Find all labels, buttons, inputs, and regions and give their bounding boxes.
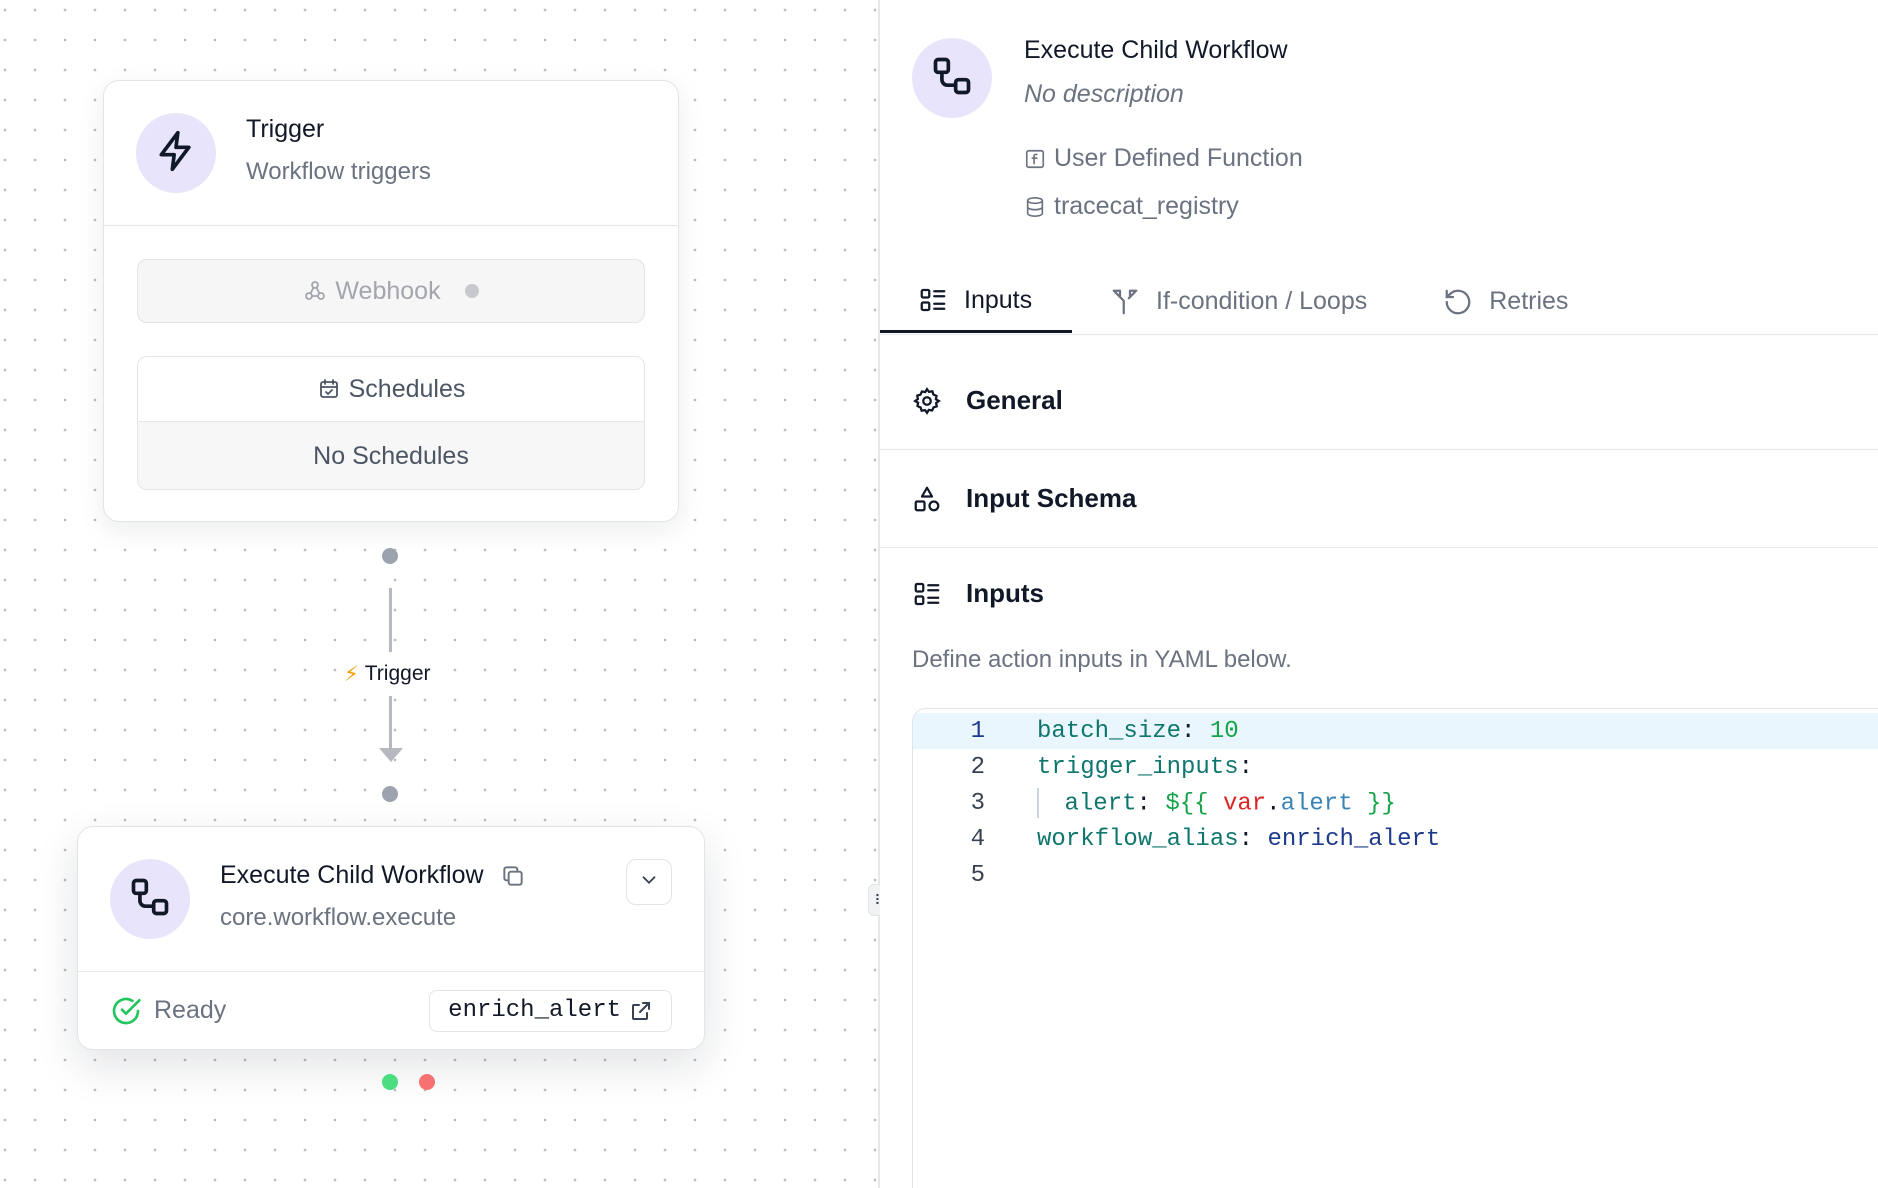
section-input-schema-label: Input Schema — [966, 483, 1137, 513]
schedules-button[interactable]: Schedules — [138, 357, 644, 422]
webhook-status-dot — [464, 284, 479, 298]
shapes-icon — [912, 484, 942, 514]
line-number: 3 — [970, 789, 985, 817]
status-indicator: Ready — [110, 995, 226, 1027]
workflow-alias-link[interactable]: enrich_alert — [429, 989, 672, 1032]
external-link-icon — [629, 999, 653, 1023]
line-number: 2 — [970, 753, 985, 781]
action-tabs: Inputs If-condition / Loops Retries — [880, 270, 1878, 335]
child-node-title: Execute Child Workflow — [220, 861, 484, 889]
edge-label[interactable]: ⚡ Trigger — [340, 658, 435, 690]
workflow-icon — [128, 875, 172, 924]
webhook-icon — [303, 279, 327, 303]
error-handle[interactable] — [419, 1074, 435, 1090]
line-number: 5 — [970, 861, 985, 889]
yaml-editor[interactable]: 1 batch_size: 10 2 trigger_inputs: 3 ale… — [912, 708, 1878, 1188]
schedules-empty-text: No Schedules — [138, 422, 644, 489]
child-node-subtitle: core.workflow.execute — [220, 904, 457, 931]
code-line[interactable]: 5 — [913, 857, 1878, 893]
list-icon — [918, 285, 948, 315]
edge-line-bottom — [389, 696, 392, 750]
tab-if-condition-loops[interactable]: If-condition / Loops — [1072, 270, 1405, 333]
child-target-handle[interactable] — [382, 786, 398, 802]
tab-inputs[interactable]: Inputs — [880, 270, 1072, 333]
webhook-label: Webhook — [335, 276, 441, 305]
trigger-source-handle[interactable] — [382, 548, 398, 564]
action-registry-label: tracecat_registry — [1054, 192, 1239, 220]
split-icon — [1110, 287, 1140, 317]
edge-arrowhead — [379, 748, 403, 762]
function-icon — [1024, 148, 1046, 170]
section-general-label: General — [966, 385, 1063, 415]
action-panel: Execute Child Workflow No description Us… — [880, 0, 1878, 1188]
action-title: Execute Child Workflow — [1024, 36, 1288, 64]
gear-icon — [912, 386, 942, 416]
calendar-icon — [317, 377, 341, 401]
section-inputs[interactable]: Inputs — [912, 578, 1044, 609]
workflow-canvas[interactable]: Trigger Workflow triggers Webhook Schedu… — [0, 0, 878, 1188]
workflow-alias-text: enrich_alert — [448, 997, 621, 1024]
section-inputs-label: Inputs — [966, 578, 1044, 608]
action-panel-header: Execute Child Workflow No description Us… — [880, 0, 1878, 250]
edge-label-text: Trigger — [364, 662, 431, 685]
line-number: 1 — [970, 717, 985, 745]
child-avatar — [110, 859, 190, 939]
code-line[interactable]: 1 batch_size: 10 — [913, 713, 1878, 749]
trigger-node[interactable]: Trigger Workflow triggers Webhook Schedu… — [103, 80, 679, 522]
action-type: User Defined Function — [1024, 144, 1303, 173]
line-number: 4 — [970, 825, 985, 853]
inputs-description: Define action inputs in YAML below. — [912, 646, 1292, 673]
tab-retries[interactable]: Retries — [1405, 270, 1606, 333]
action-description: No description — [1024, 80, 1184, 108]
schedules-label: Schedules — [348, 374, 466, 403]
code-line[interactable]: 4 workflow_alias: enrich_alert — [913, 821, 1878, 857]
code-line[interactable]: 2 trigger_inputs: — [913, 749, 1878, 785]
edge-line-top — [389, 588, 392, 652]
trigger-node-subtitle: Workflow triggers — [246, 158, 431, 185]
workflow-icon — [930, 54, 974, 103]
trigger-node-header: Trigger Workflow triggers — [104, 81, 678, 226]
action-registry: tracecat_registry — [1024, 192, 1239, 221]
list-icon — [912, 579, 942, 609]
expand-button[interactable] — [626, 859, 672, 905]
child-workflow-node[interactable]: Execute Child Workflow core.workflow.exe… — [77, 826, 705, 1050]
schedules-panel: Schedules No Schedules — [137, 356, 645, 490]
action-avatar — [912, 38, 992, 118]
edge-lightning-icon: ⚡ — [344, 662, 359, 686]
tab-retries-label: Retries — [1489, 287, 1569, 315]
child-node-header: Execute Child Workflow core.workflow.exe… — [78, 827, 704, 972]
copy-icon[interactable] — [500, 863, 526, 889]
webhook-button[interactable]: Webhook — [137, 259, 645, 323]
database-icon — [1024, 196, 1046, 218]
indent-guide — [1037, 788, 1039, 818]
status-label: Ready — [154, 996, 227, 1024]
chevron-down-icon — [638, 869, 660, 896]
code-line[interactable]: 3 alert: ${{ var.alert }} — [913, 785, 1878, 821]
rotate-ccw-icon — [1443, 287, 1473, 317]
trigger-avatar — [136, 113, 216, 193]
check-circle-icon — [110, 995, 142, 1027]
tab-if-condition-label: If-condition / Loops — [1156, 287, 1368, 315]
section-general[interactable]: General — [880, 352, 1878, 450]
tab-inputs-label: Inputs — [964, 285, 1033, 314]
section-input-schema[interactable]: Input Schema — [880, 450, 1878, 548]
trigger-node-title: Trigger — [246, 115, 325, 143]
lightning-icon — [154, 129, 198, 178]
success-handle[interactable] — [382, 1074, 398, 1090]
action-type-label: User Defined Function — [1054, 144, 1303, 172]
